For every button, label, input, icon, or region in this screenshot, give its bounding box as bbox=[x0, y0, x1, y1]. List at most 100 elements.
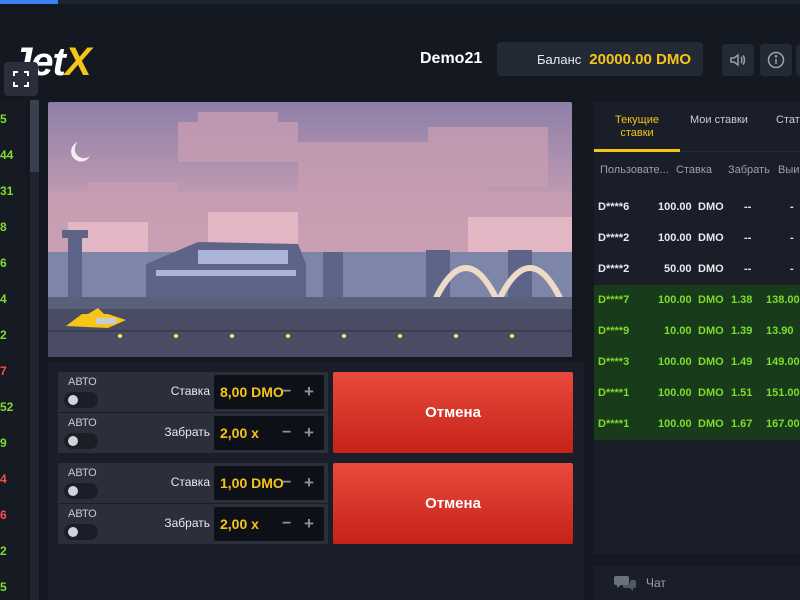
bets-panel: Текущиеставки Мои ставки Стати Пользоват… bbox=[594, 102, 800, 554]
col-win: Выи bbox=[778, 164, 800, 176]
cashout-value: 2,00 x bbox=[220, 516, 259, 532]
bet-currency: DMO bbox=[698, 294, 724, 306]
bet-amount-input[interactable]: 8,00 DMO − + bbox=[214, 375, 324, 409]
bet-amount: 100.00 bbox=[658, 387, 692, 399]
auto-cashout-toggle[interactable] bbox=[64, 524, 98, 540]
bet-row: D****1 100.00 DMO 1.51 151.00 bbox=[594, 378, 800, 409]
decrease-bet-button[interactable]: − bbox=[282, 383, 291, 401]
bet-user: D****7 bbox=[598, 294, 630, 306]
history-multiplier: 52 bbox=[0, 400, 14, 414]
sound-button[interactable] bbox=[722, 44, 754, 76]
bet-panels: АВТО Ставка 8,00 DMO − + АВТО Забрать 2,00 x − + О… bbox=[48, 362, 584, 600]
bet-row: D****3 100.00 DMO 1.49 149.00 bbox=[594, 347, 800, 378]
auto-bet-toggle[interactable] bbox=[64, 483, 98, 499]
info-icon bbox=[767, 51, 785, 69]
chat-label: Чат bbox=[646, 576, 666, 590]
increase-cashout-button[interactable]: + bbox=[304, 423, 314, 443]
bet-amount: 100.00 bbox=[658, 294, 692, 306]
increase-bet-button[interactable]: + bbox=[304, 382, 314, 402]
bet-user: D****1 bbox=[598, 387, 630, 399]
bet-win: 167.00 bbox=[766, 418, 800, 430]
cashout-row: АВТО Забрать 2,00 x − + bbox=[58, 413, 328, 453]
cashout-value: 2,00 x bbox=[220, 425, 259, 441]
bet-currency: DMO bbox=[698, 263, 724, 275]
history-multiplier: 4 bbox=[0, 292, 7, 306]
increase-cashout-button[interactable]: + bbox=[304, 514, 314, 534]
history-multiplier: 31 bbox=[0, 184, 14, 198]
bet-user: D****2 bbox=[598, 232, 630, 244]
bet-cashout: -- bbox=[744, 201, 752, 213]
bet-label: Ставка bbox=[170, 384, 210, 398]
history-multiplier: 2 bbox=[0, 328, 7, 342]
bet-row: D****6 100.00 DMO -- - bbox=[594, 192, 800, 223]
bet-user: D****9 bbox=[598, 325, 630, 337]
bet-currency: DMO bbox=[698, 387, 724, 399]
info-button[interactable] bbox=[760, 44, 792, 76]
cashout-input[interactable]: 2,00 x − + bbox=[214, 416, 324, 450]
history-multiplier: 5 bbox=[0, 112, 7, 126]
cashout-input[interactable]: 2,00 x − + bbox=[214, 507, 324, 541]
balance-box: Баланс 20000.00 DMO bbox=[497, 42, 703, 76]
bet-win: - bbox=[790, 263, 794, 275]
decrease-cashout-button[interactable]: − bbox=[282, 424, 291, 442]
history-multiplier: 9 bbox=[0, 436, 7, 450]
menu-button-partial[interactable] bbox=[796, 44, 800, 76]
bet-cashout: -- bbox=[744, 263, 752, 275]
bet-win: 138.00 bbox=[766, 294, 800, 306]
bet-cashout: 1.38 bbox=[731, 294, 753, 306]
bet-row: D****2 50.00 DMO -- - bbox=[594, 254, 800, 285]
bet-win: - bbox=[790, 201, 794, 213]
bet-win: 13.90 bbox=[766, 325, 794, 337]
bet-amount-row: АВТО Ставка 8,00 DMO − + bbox=[58, 372, 328, 412]
history-multiplier: 44 bbox=[0, 148, 14, 162]
bet-win: - bbox=[790, 232, 794, 244]
balance-label: Баланс bbox=[537, 51, 582, 67]
tab-current-bets[interactable]: Текущие ставки bbox=[608, 114, 666, 140]
bet-label: Ставка bbox=[170, 475, 210, 489]
bet-amount: 100.00 bbox=[658, 418, 692, 430]
bet-user: D****2 bbox=[598, 263, 630, 275]
cashout-label: Забрать bbox=[164, 516, 210, 530]
bet-user: D****3 bbox=[598, 356, 630, 368]
cancel-bet-button[interactable]: Отмена bbox=[333, 372, 573, 453]
history-multiplier: 5 bbox=[0, 580, 7, 594]
history-multiplier: 7 bbox=[0, 364, 7, 378]
fullscreen-button[interactable] bbox=[4, 62, 38, 96]
bet-currency: DMO bbox=[698, 232, 724, 244]
game-canvas bbox=[48, 102, 572, 357]
decrease-cashout-button[interactable]: − bbox=[282, 515, 291, 533]
bet-amount-input[interactable]: 1,00 DMO − + bbox=[214, 466, 324, 500]
bet-cashout: 1.39 bbox=[731, 325, 753, 337]
increase-bet-button[interactable]: + bbox=[304, 473, 314, 493]
bet-win: 151.00 bbox=[766, 387, 800, 399]
bet-win: 149.00 bbox=[766, 356, 800, 368]
auto-cashout-label: АВТО bbox=[68, 508, 97, 520]
speaker-icon bbox=[730, 53, 746, 67]
bet-row: D****7 100.00 DMO 1.38 138.00 bbox=[594, 285, 800, 316]
bet-currency: DMO bbox=[698, 356, 724, 368]
cashout-label: Забрать bbox=[164, 425, 210, 439]
auto-bet-toggle[interactable] bbox=[64, 392, 98, 408]
bet-user: D****1 bbox=[598, 418, 630, 430]
history-scrollbar[interactable] bbox=[30, 100, 39, 600]
cashout-row: АВТО Забрать 2,00 x − + bbox=[58, 504, 328, 544]
bet-panel: АВТО Ставка 8,00 DMO − + АВТО Забрать 2,00 x − + О… bbox=[58, 372, 578, 460]
bet-row: D****2 100.00 DMO -- - bbox=[594, 223, 800, 254]
history-multiplier: 6 bbox=[0, 508, 7, 522]
decrease-bet-button[interactable]: − bbox=[282, 474, 291, 492]
history-multiplier: 8 bbox=[0, 220, 7, 234]
tab-my-bets[interactable]: Мои ставки bbox=[690, 114, 748, 127]
bet-amount: 100.00 bbox=[658, 232, 692, 244]
cancel-bet-button[interactable]: Отмена bbox=[333, 463, 573, 544]
col-bet: Ставка bbox=[676, 164, 712, 176]
balance-value: 20000.00 DMO bbox=[589, 50, 691, 68]
bet-row: D****1 100.00 DMO 1.67 167.00 bbox=[594, 409, 800, 440]
bet-currency: DMO bbox=[698, 418, 724, 430]
chat-button[interactable]: Чат bbox=[594, 566, 800, 600]
bet-cashout: 1.51 bbox=[731, 387, 753, 399]
bet-user: D****6 bbox=[598, 201, 630, 213]
active-tab-indicator bbox=[594, 149, 680, 152]
tab-statistics[interactable]: Стати bbox=[776, 114, 800, 127]
auto-cashout-toggle[interactable] bbox=[64, 433, 98, 449]
bet-amount: 100.00 bbox=[658, 201, 692, 213]
